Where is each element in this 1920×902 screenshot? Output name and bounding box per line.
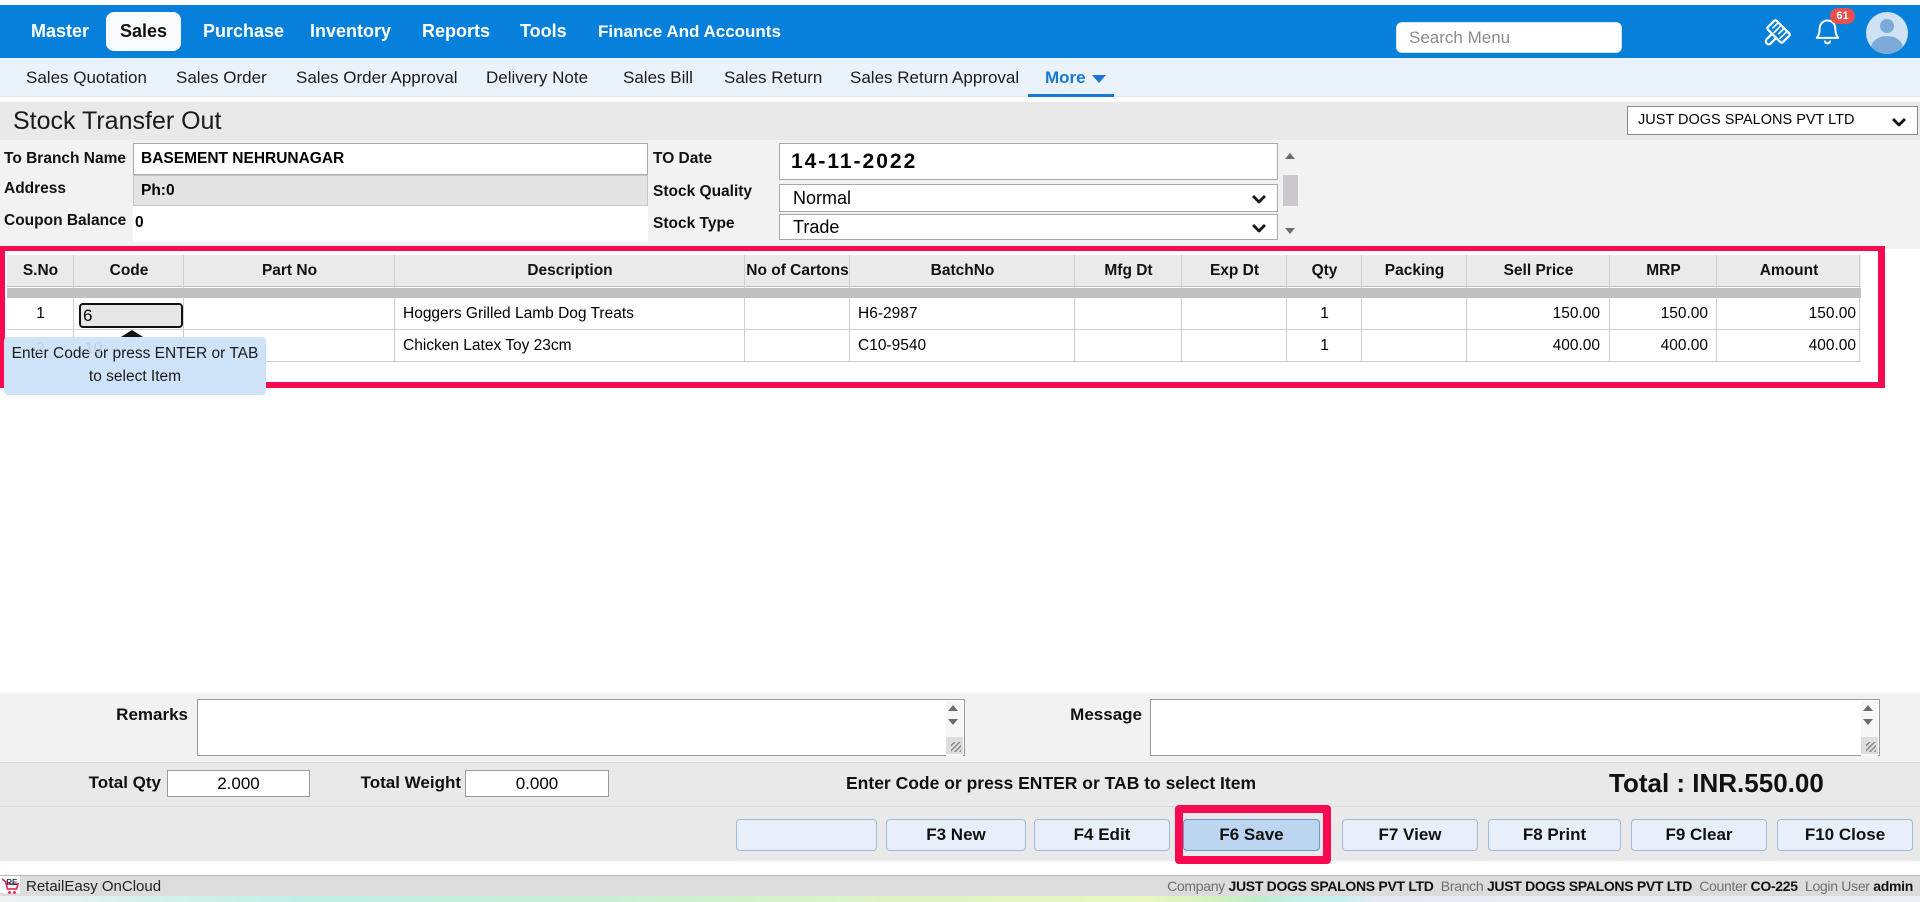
svg-text:RE: RE bbox=[6, 878, 18, 887]
